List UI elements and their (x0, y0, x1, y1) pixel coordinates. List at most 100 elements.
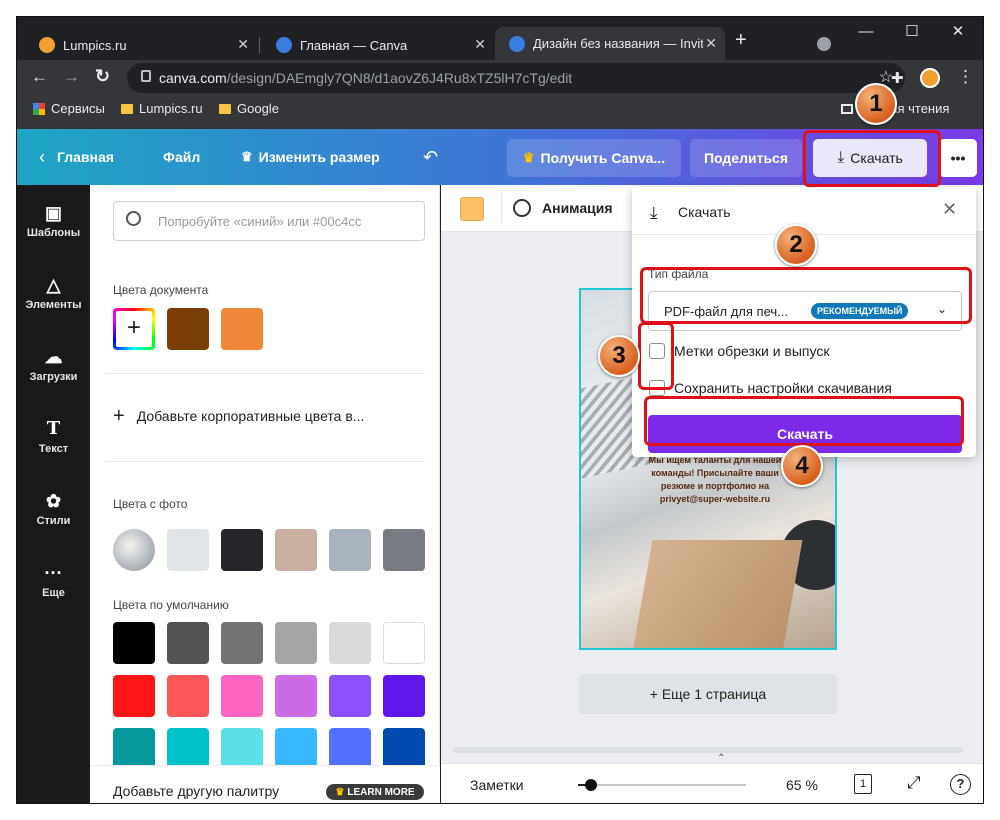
close-dialog-icon[interactable]: ✕ (942, 199, 957, 220)
layout-icon: ▣ (44, 203, 62, 223)
undo-icon[interactable]: ↶ (423, 129, 438, 185)
default-color-swatch[interactable] (275, 675, 317, 717)
doc-color-swatch[interactable] (221, 308, 263, 350)
maximize-icon[interactable]: ☐ (889, 17, 935, 47)
highlight-box (638, 322, 674, 390)
save-settings-label: Сохранить настройки скачивания (674, 380, 892, 396)
step-badge: 3 (598, 335, 640, 377)
horizontal-scrollbar[interactable] (453, 747, 963, 753)
color-panel: Попробуйте «синий» или #00c4cc Цвета док… (90, 185, 440, 803)
page-count-icon[interactable]: 1 (854, 774, 872, 794)
default-color-swatch[interactable] (329, 622, 371, 664)
default-colors-title: Цвета по умолчанию (113, 598, 229, 612)
close-window-icon[interactable]: ✕ (935, 17, 981, 47)
search-icon (126, 211, 141, 226)
color-search-input[interactable]: Попробуйте «синий» или #00c4cc (113, 201, 425, 241)
rail-more[interactable]: ··· Еще (17, 563, 90, 599)
fill-color-swatch[interactable] (460, 197, 484, 221)
add-page-button[interactable]: + Еще 1 страница (579, 674, 837, 714)
rail-elements[interactable]: △ Элементы (17, 275, 90, 311)
default-color-swatch[interactable] (329, 728, 371, 770)
default-color-swatch[interactable] (221, 675, 263, 717)
lumpics-favicon-icon (39, 37, 55, 53)
tab-search-icon[interactable] (817, 37, 831, 51)
extensions-icon[interactable]: ✚ (891, 69, 904, 87)
default-color-swatch[interactable] (167, 728, 209, 770)
animation-icon (513, 199, 531, 217)
default-color-swatch[interactable] (275, 622, 317, 664)
browser-menu-icon[interactable]: ⋮ (957, 67, 974, 87)
rail-templates[interactable]: ▣ Шаблоны (17, 203, 90, 239)
zoom-level[interactable]: 65 % (786, 777, 818, 793)
zoom-slider-handle[interactable] (585, 779, 598, 791)
close-tab-icon[interactable]: ✕ (237, 36, 249, 53)
address-bar[interactable]: canva.com/design/DAEmgly7QN8/d1aovZ6J4Ru… (127, 63, 905, 93)
reading-list-icon (841, 103, 853, 114)
tab-lumpics[interactable]: Lumpics.ru ✕ (25, 30, 257, 60)
new-tab-button[interactable]: + (735, 29, 747, 52)
tab-canva-design[interactable]: Дизайн без названия — Invitat ✕ (495, 27, 725, 60)
notes-button[interactable]: Заметки (470, 777, 524, 793)
doc-colors-title: Цвета документа (113, 283, 209, 297)
learn-more-button[interactable]: ♛ LEARN MORE (326, 784, 424, 800)
step-badge: 1 (855, 83, 897, 125)
default-color-swatch[interactable] (383, 622, 425, 664)
rail-uploads[interactable]: ☁ Загрузки (17, 347, 90, 383)
fullscreen-icon[interactable]: ⤢ (907, 773, 921, 793)
step-badge: 4 (781, 445, 823, 487)
file-menu[interactable]: Файл (163, 129, 200, 185)
add-palette-label: Добавьте другую палитру (113, 783, 280, 799)
default-color-swatch[interactable] (167, 675, 209, 717)
default-color-swatch[interactable] (221, 622, 263, 664)
photo-colors-title: Цвета с фото (113, 497, 188, 511)
photo-thumbnail[interactable] (113, 529, 155, 571)
back-icon[interactable]: ← (31, 67, 48, 87)
share-button[interactable]: Поделиться (690, 139, 802, 177)
resize-button[interactable]: ♛ Изменить размер (241, 129, 380, 185)
browser-window: Lumpics.ru ✕ Главная — Canva ✕ Дизайн бе… (16, 16, 984, 804)
rail-text[interactable]: T Текст (17, 419, 90, 456)
crop-marks-label: Метки обрезки и выпуск (674, 343, 830, 359)
default-color-swatch[interactable] (113, 728, 155, 770)
photo-color-swatch[interactable] (221, 529, 263, 571)
minimize-icon[interactable]: — (843, 17, 889, 47)
reload-icon[interactable]: ↻ (95, 66, 110, 87)
photo-color-swatch[interactable] (383, 529, 425, 571)
default-color-swatch[interactable] (113, 675, 155, 717)
get-pro-button[interactable]: ♛ Получить Canva... (507, 139, 681, 177)
help-icon[interactable]: ? (950, 774, 971, 795)
tab-canva-home[interactable]: Главная — Canva ✕ (262, 30, 494, 60)
design-text[interactable]: Мы ищем таланты для нашей команды! Присы… (645, 454, 785, 506)
rail-styles[interactable]: ✿ Стили (17, 491, 90, 527)
close-tab-icon[interactable]: ✕ (474, 36, 486, 53)
bookmark-label: Google (237, 101, 279, 116)
plus-icon: + (116, 311, 152, 347)
bookmark-lumpics[interactable]: Lumpics.ru (121, 101, 203, 116)
photo-color-swatch[interactable] (275, 529, 317, 571)
default-color-swatch[interactable] (167, 622, 209, 664)
default-color-swatch[interactable] (275, 728, 317, 770)
default-color-swatch[interactable] (383, 728, 425, 770)
avatar[interactable] (920, 68, 940, 88)
bookmark-apps[interactable]: Сервисы (33, 101, 105, 116)
photo-color-swatch[interactable] (329, 529, 371, 571)
highlight-box (644, 396, 964, 446)
crown-icon: ♛ (335, 786, 345, 798)
default-color-swatch[interactable] (383, 675, 425, 717)
chevron-up-icon[interactable]: ⌃ (717, 754, 729, 764)
photo-color-swatch[interactable] (167, 529, 209, 571)
forward-icon[interactable]: → (63, 67, 80, 87)
canva-favicon-icon (509, 35, 525, 52)
close-tab-icon[interactable]: ✕ (705, 35, 717, 52)
default-color-swatch[interactable] (329, 675, 371, 717)
home-link[interactable]: ‹ Главная (39, 129, 114, 185)
doc-color-swatch[interactable] (167, 308, 209, 350)
add-color-button[interactable]: + (113, 308, 155, 350)
animation-button[interactable]: Анимация (542, 200, 613, 216)
more-options-button[interactable]: ••• (939, 139, 977, 177)
add-brand-colors[interactable]: + Добавьте корпоративные цвета в... (113, 406, 364, 426)
zoom-slider[interactable] (578, 779, 746, 791)
bookmark-google[interactable]: Google (219, 101, 279, 116)
default-color-swatch[interactable] (113, 622, 155, 664)
default-color-swatch[interactable] (221, 728, 263, 770)
